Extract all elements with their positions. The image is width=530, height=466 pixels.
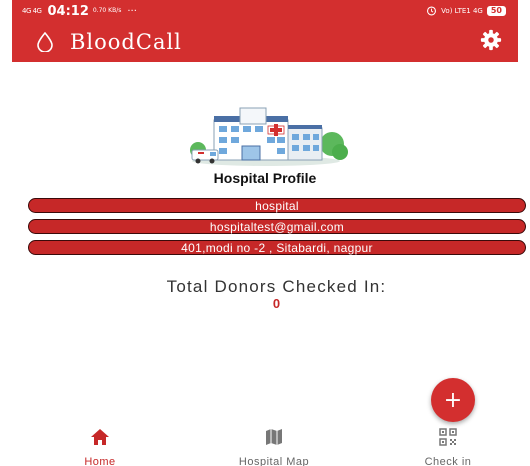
hospital-address-field: 401,modi no -2 , Sitabardi, nagpur — [28, 240, 526, 255]
hospital-name-field: hospital — [28, 198, 526, 213]
nav-label-home: Home — [84, 456, 116, 466]
add-button[interactable]: + — [431, 378, 475, 422]
status-time: 04:12 — [47, 3, 89, 19]
status-bar: 4G 4G 04:12 0.70 KB/s ··· Vo) LTE1 4G 50 — [12, 0, 518, 22]
network-indicator: 4G 4G — [22, 6, 42, 15]
battery-indicator: 50 — [486, 6, 506, 16]
settings-button[interactable] — [478, 29, 504, 55]
status-right: Vo) LTE1 4G 50 — [426, 5, 506, 18]
app-title: BloodCall — [70, 30, 182, 54]
network-speed: 0.70 KB/s — [92, 7, 122, 14]
nav-item-home[interactable]: Home — [72, 428, 128, 466]
alarm-icon — [426, 5, 437, 18]
donors-checked-in-count: 0 — [272, 296, 281, 311]
gear-icon — [480, 29, 502, 55]
hospital-illustration — [182, 106, 350, 166]
notification-dots: ··· — [127, 5, 137, 17]
app-bar: BloodCall — [12, 22, 518, 62]
status-left: 4G 4G 04:12 0.70 KB/s ··· — [22, 4, 137, 19]
home-icon — [90, 428, 110, 450]
hospital-email-field: hospitaltest@gmail.com — [28, 219, 526, 234]
bottom-navigation: Home Hospital Map Check in — [0, 428, 530, 466]
profile-title: Hospital Profile — [213, 170, 317, 186]
nav-label-check-in: Check in — [424, 456, 472, 466]
donors-checked-in-label: Total Donors Checked In: — [166, 277, 387, 296]
qr-code-icon — [438, 428, 458, 450]
nav-item-check-in[interactable]: Check in — [408, 428, 488, 466]
signal-indicator: Vo) LTE1 4G — [441, 7, 483, 15]
map-icon — [264, 428, 284, 450]
nav-item-hospital-map[interactable]: Hospital Map — [210, 428, 338, 466]
blood-drop-icon — [36, 31, 54, 53]
nav-label-hospital-map: Hospital Map — [238, 456, 310, 466]
